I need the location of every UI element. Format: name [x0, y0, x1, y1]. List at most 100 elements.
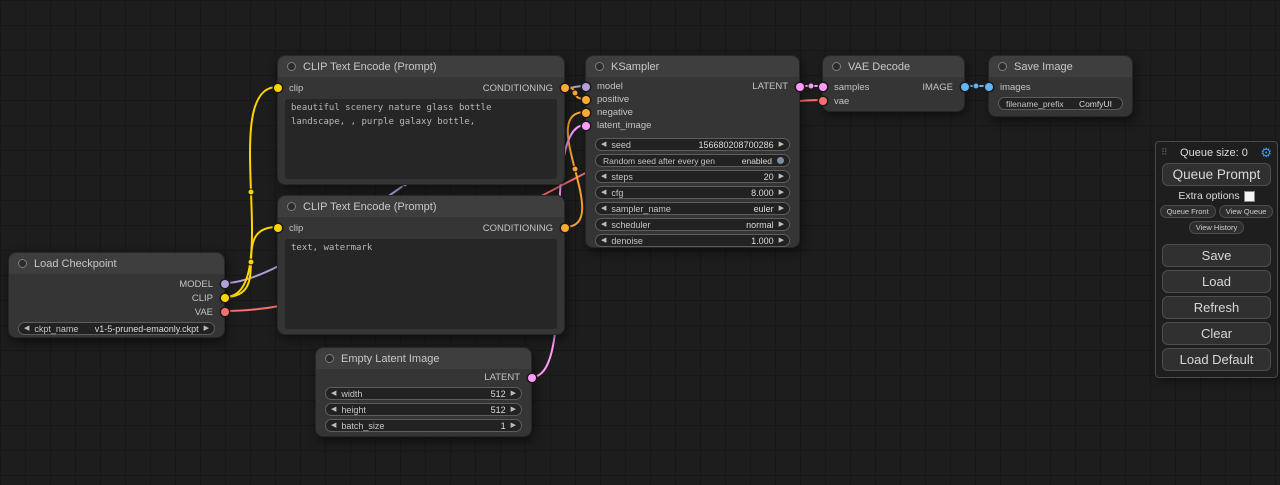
increment-arrow-icon[interactable]: ▶ [779, 173, 784, 180]
increment-arrow-icon[interactable]: ▶ [779, 221, 784, 228]
clip-output-dot[interactable] [221, 294, 229, 302]
scheduler-widget[interactable]: ◀ scheduler normal ▶ [595, 218, 790, 231]
collapse-icon[interactable] [18, 259, 27, 268]
node-title-bar[interactable]: Load Checkpoint [9, 253, 224, 274]
batch-size-widget[interactable]: ◀ batch_size 1 ▶ [325, 419, 522, 432]
increment-arrow-icon[interactable]: ▶ [204, 325, 209, 332]
node-title-bar[interactable]: Save Image [989, 56, 1132, 77]
decrement-arrow-icon[interactable]: ◀ [601, 141, 606, 148]
decrement-arrow-icon[interactable]: ◀ [331, 406, 336, 413]
model-input-dot[interactable] [582, 83, 590, 91]
collapse-icon[interactable] [595, 62, 604, 71]
extra-options-checkbox[interactable] [1244, 191, 1255, 202]
height-widget[interactable]: ◀ height 512 ▶ [325, 403, 522, 416]
collapse-icon[interactable] [287, 202, 296, 211]
decrement-arrow-icon[interactable]: ◀ [601, 237, 606, 244]
denoise-widget[interactable]: ◀ denoise 1.000 ▶ [595, 234, 790, 247]
increment-arrow-icon[interactable]: ▶ [779, 189, 784, 196]
decrement-arrow-icon[interactable]: ◀ [331, 390, 336, 397]
cfg-widget[interactable]: ◀ cfg 8.000 ▶ [595, 186, 790, 199]
vae-input-dot[interactable] [819, 97, 827, 105]
samples-input-dot[interactable] [819, 83, 827, 91]
queue-front-button[interactable]: Queue Front [1160, 205, 1216, 218]
images-input-dot[interactable] [985, 83, 993, 91]
random-seed-toggle-widget[interactable]: Random seed after every gen enabled [595, 154, 790, 167]
node-save-image[interactable]: Save Image images filename_prefix ComfyU… [988, 55, 1133, 117]
link-midpoint-clip2 [248, 259, 254, 265]
model-output-dot[interactable] [221, 280, 229, 288]
decrement-arrow-icon[interactable]: ◀ [601, 221, 606, 228]
clip-input-dot[interactable] [274, 84, 282, 92]
link-midpoint-image [973, 83, 979, 89]
node-title-bar[interactable]: VAE Decode [823, 56, 964, 77]
increment-arrow-icon[interactable]: ▶ [779, 237, 784, 244]
increment-arrow-icon[interactable]: ▶ [779, 205, 784, 212]
sampler-name-widget[interactable]: ◀ sampler_name euler ▶ [595, 202, 790, 215]
node-title-bar[interactable]: KSampler [586, 56, 799, 77]
decrement-arrow-icon[interactable]: ◀ [24, 325, 29, 332]
load-default-button[interactable]: Load Default [1162, 348, 1271, 371]
image-output-dot[interactable] [961, 83, 969, 91]
load-button[interactable]: Load [1162, 270, 1271, 293]
link-midpoint-latent2 [808, 83, 814, 89]
positive-input-dot[interactable] [582, 96, 590, 104]
toggle-indicator-icon[interactable] [777, 157, 784, 164]
slot-row-images: images [989, 80, 1132, 94]
collapse-icon[interactable] [325, 354, 334, 363]
refresh-button[interactable]: Refresh [1162, 296, 1271, 319]
latent-output-dot[interactable] [796, 83, 804, 91]
decrement-arrow-icon[interactable]: ◀ [601, 205, 606, 212]
slot-row-latent-image: latent_image [586, 119, 799, 132]
conditioning-output-dot[interactable] [561, 224, 569, 232]
conditioning-output-dot[interactable] [561, 84, 569, 92]
comfy-menu-panel[interactable]: ⠿ Queue size: 0 ⚙ Queue Prompt Extra opt… [1155, 141, 1278, 378]
node-clip-text-encode-negative[interactable]: CLIP Text Encode (Prompt) clip CONDITION… [277, 195, 565, 335]
vae-output-dot[interactable] [221, 308, 229, 316]
decrement-arrow-icon[interactable]: ◀ [601, 189, 606, 196]
collapse-icon[interactable] [832, 62, 841, 71]
node-title-bar[interactable]: Empty Latent Image [316, 348, 531, 369]
clear-button[interactable]: Clear [1162, 322, 1271, 345]
link-midpoint-cond1 [572, 90, 578, 96]
decrement-arrow-icon[interactable]: ◀ [601, 173, 606, 180]
clip-input-dot[interactable] [274, 224, 282, 232]
negative-input-dot[interactable] [582, 109, 590, 117]
node-empty-latent-image[interactable]: Empty Latent Image LATENT ◀ width 512 ▶ … [315, 347, 532, 437]
increment-arrow-icon[interactable]: ▶ [511, 422, 516, 429]
settings-gear-icon[interactable]: ⚙ [1260, 146, 1272, 159]
node-vae-decode[interactable]: VAE Decode samples IMAGE vae [822, 55, 965, 112]
view-history-button[interactable]: View History [1189, 221, 1245, 234]
prompt-textarea[interactable]: text, watermark [285, 239, 557, 329]
output-slot-latent: LATENT [316, 371, 531, 384]
slot-row-samples-image: samples IMAGE [823, 80, 964, 94]
increment-arrow-icon[interactable]: ▶ [779, 141, 784, 148]
prompt-textarea[interactable]: beautiful scenery nature glass bottle la… [285, 99, 557, 179]
node-title-bar[interactable]: CLIP Text Encode (Prompt) [278, 56, 564, 77]
view-queue-button[interactable]: View Queue [1219, 205, 1274, 218]
queue-prompt-button[interactable]: Queue Prompt [1162, 163, 1271, 186]
filename-prefix-widget[interactable]: filename_prefix ComfyUI [998, 97, 1123, 110]
link-midpoint-cond2 [572, 166, 578, 172]
slot-row-vae: vae [823, 94, 964, 108]
steps-widget[interactable]: ◀ steps 20 ▶ [595, 170, 790, 183]
extra-options-label: Extra options [1178, 190, 1239, 202]
node-title: Empty Latent Image [341, 353, 439, 365]
node-title-bar[interactable]: CLIP Text Encode (Prompt) [278, 196, 564, 217]
collapse-icon[interactable] [998, 62, 1007, 71]
latent-image-input-dot[interactable] [582, 122, 590, 130]
drag-handle-icon[interactable]: ⠿ [1161, 148, 1168, 157]
decrement-arrow-icon[interactable]: ◀ [331, 422, 336, 429]
node-clip-text-encode-positive[interactable]: CLIP Text Encode (Prompt) clip CONDITION… [277, 55, 565, 185]
node-ksampler[interactable]: KSampler model LATENT positive negative … [585, 55, 800, 248]
ckpt-name-widget[interactable]: ◀ ckpt_name v1-5-pruned-emaonly.ckpt ▶ [18, 322, 215, 335]
width-widget[interactable]: ◀ width 512 ▶ [325, 387, 522, 400]
save-button[interactable]: Save [1162, 244, 1271, 267]
collapse-icon[interactable] [287, 62, 296, 71]
seed-widget[interactable]: ◀ seed 156680208700286 ▶ [595, 138, 790, 151]
increment-arrow-icon[interactable]: ▶ [511, 390, 516, 397]
node-graph-canvas[interactable]: Load Checkpoint MODEL CLIP VAE ◀ ckpt_na… [0, 0, 1280, 485]
slot-row-model-latent: model LATENT [586, 80, 799, 93]
latent-output-dot[interactable] [528, 374, 536, 382]
node-load-checkpoint[interactable]: Load Checkpoint MODEL CLIP VAE ◀ ckpt_na… [8, 252, 225, 338]
increment-arrow-icon[interactable]: ▶ [511, 406, 516, 413]
